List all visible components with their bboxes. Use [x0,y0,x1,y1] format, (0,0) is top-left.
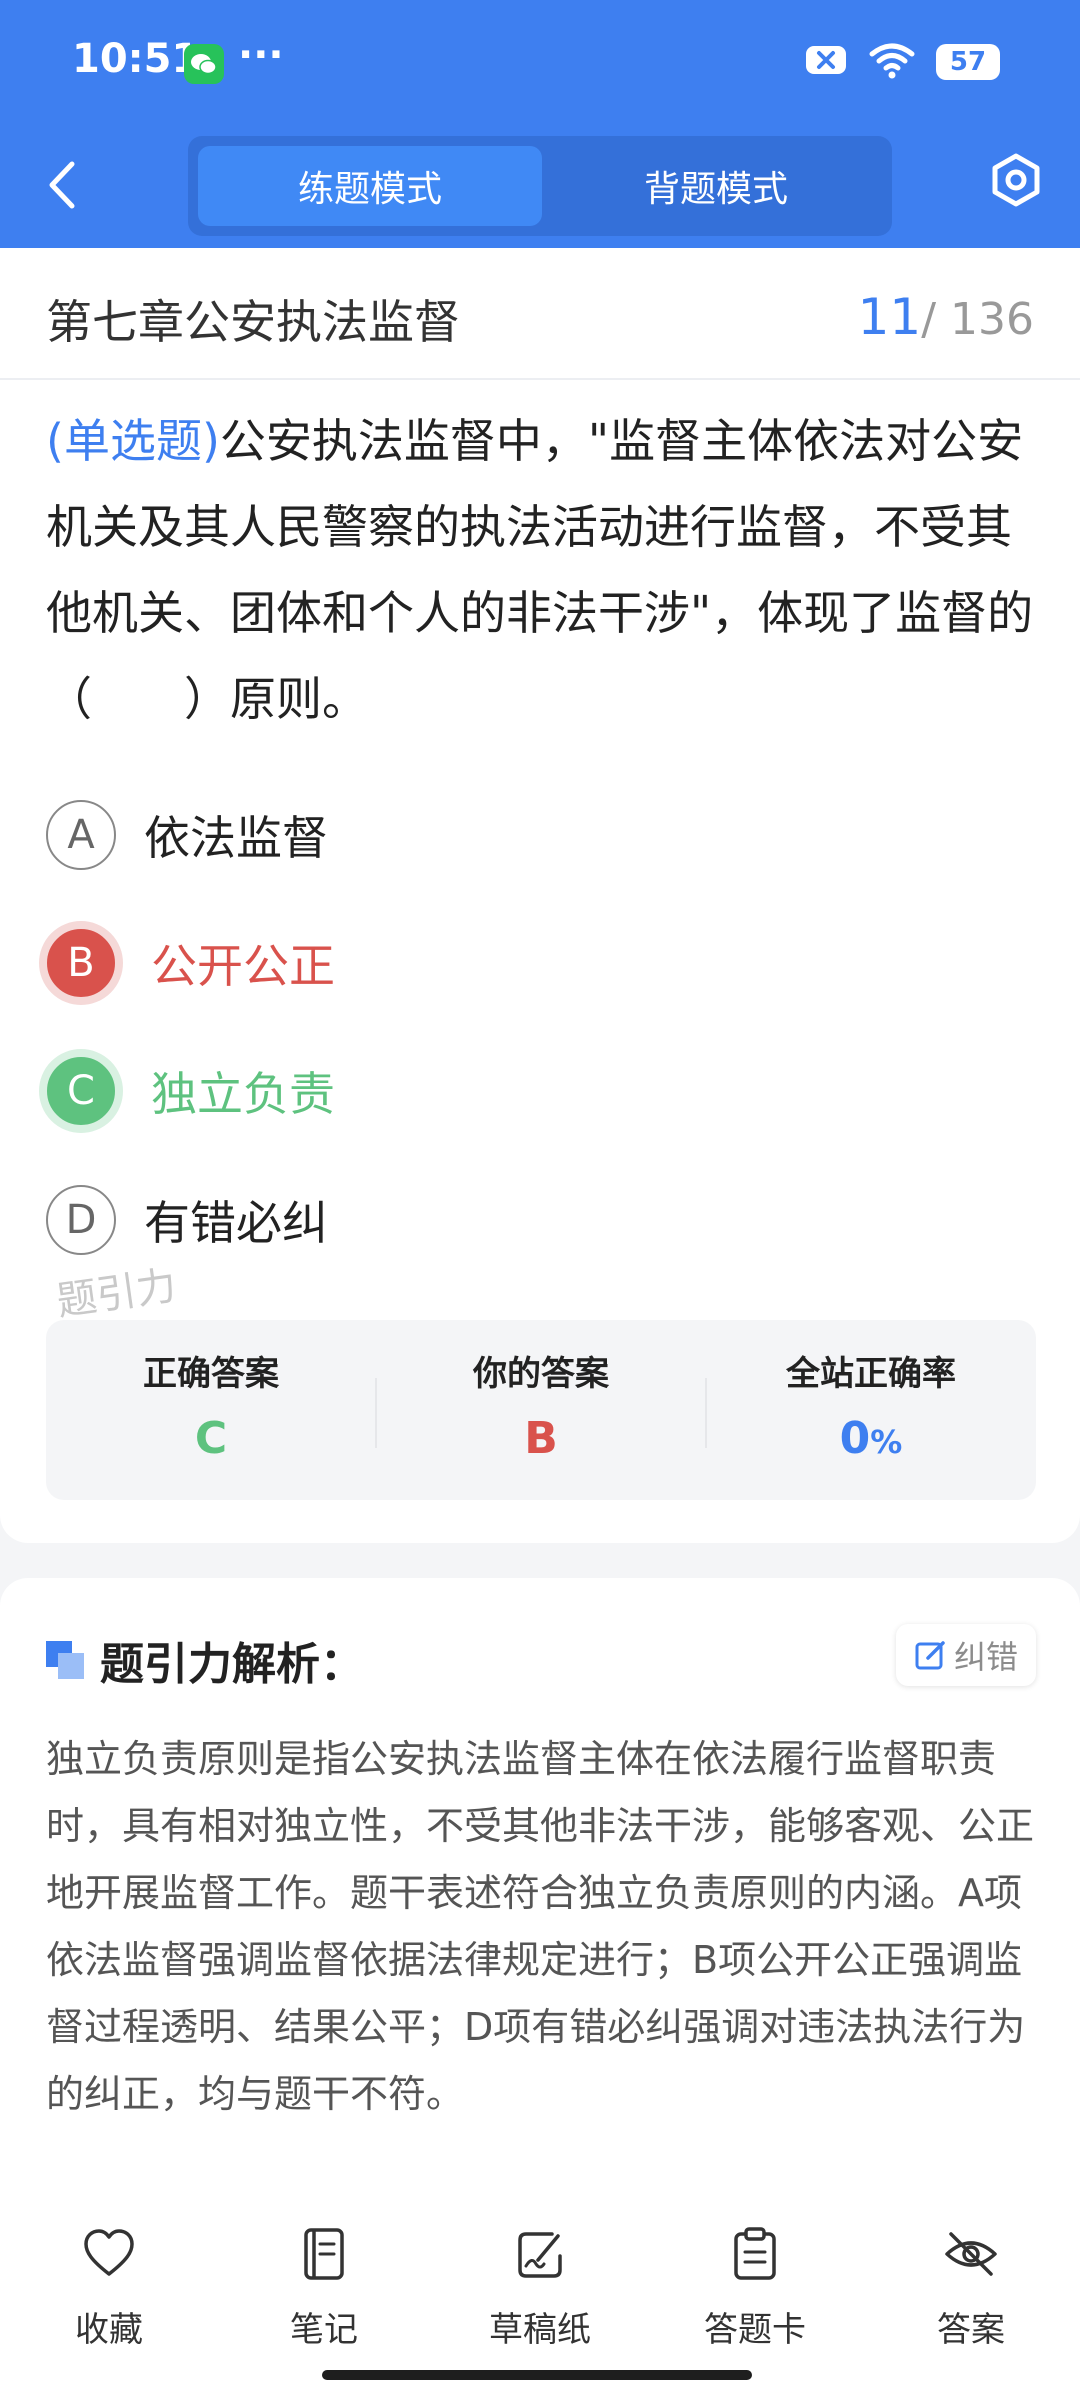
toolbar-label: 笔记 [290,2310,358,2350]
toolbar-show-answer[interactable]: 答案 [886,2226,1056,2351]
stat-correct-answer: 正确答案 C [46,1346,376,1464]
option-d[interactable]: D 有错必纠 [46,1180,328,1260]
notebook-icon [304,2228,344,2280]
option-letter: A [46,800,116,870]
analysis-title: 题引力解析： [100,1639,364,1690]
home-indicator [322,2370,752,2380]
chevron-left-icon [49,161,75,209]
stat-your-answer: 你的答案 B [376,1346,706,1464]
analysis-text: 独立负责原则是指公安执法监督主体在依法履行监督职责时，具有相对独立性，不受其他非… [46,1737,1035,2116]
status-bar: 10:51 ··· 57 [0,0,1080,125]
report-error-button[interactable]: 纠错 [896,1624,1036,1686]
option-text: 公开公正 [151,939,335,993]
question-card: 第七章公安执法监督 11/ 136 (单选题)公安执法监督中，"监督主体依法对公… [0,248,1080,1543]
option-b[interactable]: B 公开公正 [39,921,335,1005]
rate-number: 0 [839,1413,871,1464]
wechat-notification-icon [184,44,224,84]
stat-value: B [524,1413,558,1464]
total-questions: / 136 [921,294,1034,345]
option-letter: B [39,921,123,1005]
sim-disabled-icon [804,42,848,82]
toolbar-label: 草稿纸 [489,2310,591,2350]
rate-unit: % [870,1423,903,1461]
chapter-title: 第七章公安执法监督 [46,295,460,349]
clipboard-icon [734,2227,776,2280]
option-text: 独立负责 [151,1067,335,1121]
current-question-number: 11 [857,288,922,346]
answer-stats: 正确答案 C 你的答案 B 全站正确率 0% [46,1320,1036,1500]
question-progress: 11/ 136 [858,288,1034,346]
wifi-icon [868,40,916,84]
option-letter: C [39,1049,123,1133]
stat-value: C [194,1413,228,1464]
mode-toggle: 练题模式 背题模式 [188,136,892,236]
toolbar-label: 答题卡 [704,2310,806,2350]
status-time: 10:51 [72,36,200,82]
analysis-section: 题引力解析： 纠错 独立负责原则是指公安执法监督主体在依法履行监督职责时，具有相… [0,1578,1080,2218]
toolbar-answer-card[interactable]: 答题卡 [670,2226,840,2351]
back-button[interactable] [38,156,88,214]
stat-accuracy-rate: 全站正确率 0% [706,1346,1036,1464]
settings-button[interactable] [988,152,1044,208]
app-header: 10:51 ··· 57 练题模式 背题模式 [0,0,1080,248]
stat-label: 你的答案 [473,1354,609,1394]
toolbar-notes[interactable]: 笔记 [239,2226,409,2351]
option-a[interactable]: A 依法监督 [46,795,328,875]
option-letter: D [46,1185,116,1255]
question-type: (单选题) [46,414,220,468]
eye-off-icon [945,2232,997,2276]
battery-icon: 57 [936,44,1000,80]
analysis-header: 题引力解析： [46,1630,364,1690]
question-stem: (单选题)公安执法监督中，"监督主体依法对公安机关及其人民警察的执法活动进行监督… [46,398,1036,742]
heart-icon [84,2229,134,2276]
draft-icon [518,2232,562,2278]
status-icons: 57 [804,40,1000,84]
toolbar-draft[interactable]: 草稿纸 [455,2226,625,2351]
edit-icon [915,1641,945,1670]
settings-icon [992,153,1040,207]
chapter-row: 第七章公安执法监督 11/ 136 [0,248,1080,380]
stat-label: 全站正确率 [786,1354,956,1394]
toolbar-label: 答案 [937,2310,1005,2350]
tab-practice-mode[interactable]: 练题模式 [198,146,542,226]
tab-memorize-mode[interactable]: 背题模式 [544,146,888,226]
toolbar-label: 收藏 [75,2310,143,2350]
more-notifications-icon: ··· [238,32,284,78]
option-text: 依法监督 [144,811,328,865]
option-c[interactable]: C 独立负责 [39,1049,335,1133]
stat-value: 0% [706,1413,1036,1464]
analysis-icon [46,1641,84,1679]
option-text: 有错必纠 [144,1196,328,1250]
report-error-label: 纠错 [953,1638,1018,1676]
toolbar-favorite[interactable]: 收藏 [24,2226,194,2351]
stat-label: 正确答案 [143,1354,279,1394]
watermark: 题引力 [53,1262,180,1326]
